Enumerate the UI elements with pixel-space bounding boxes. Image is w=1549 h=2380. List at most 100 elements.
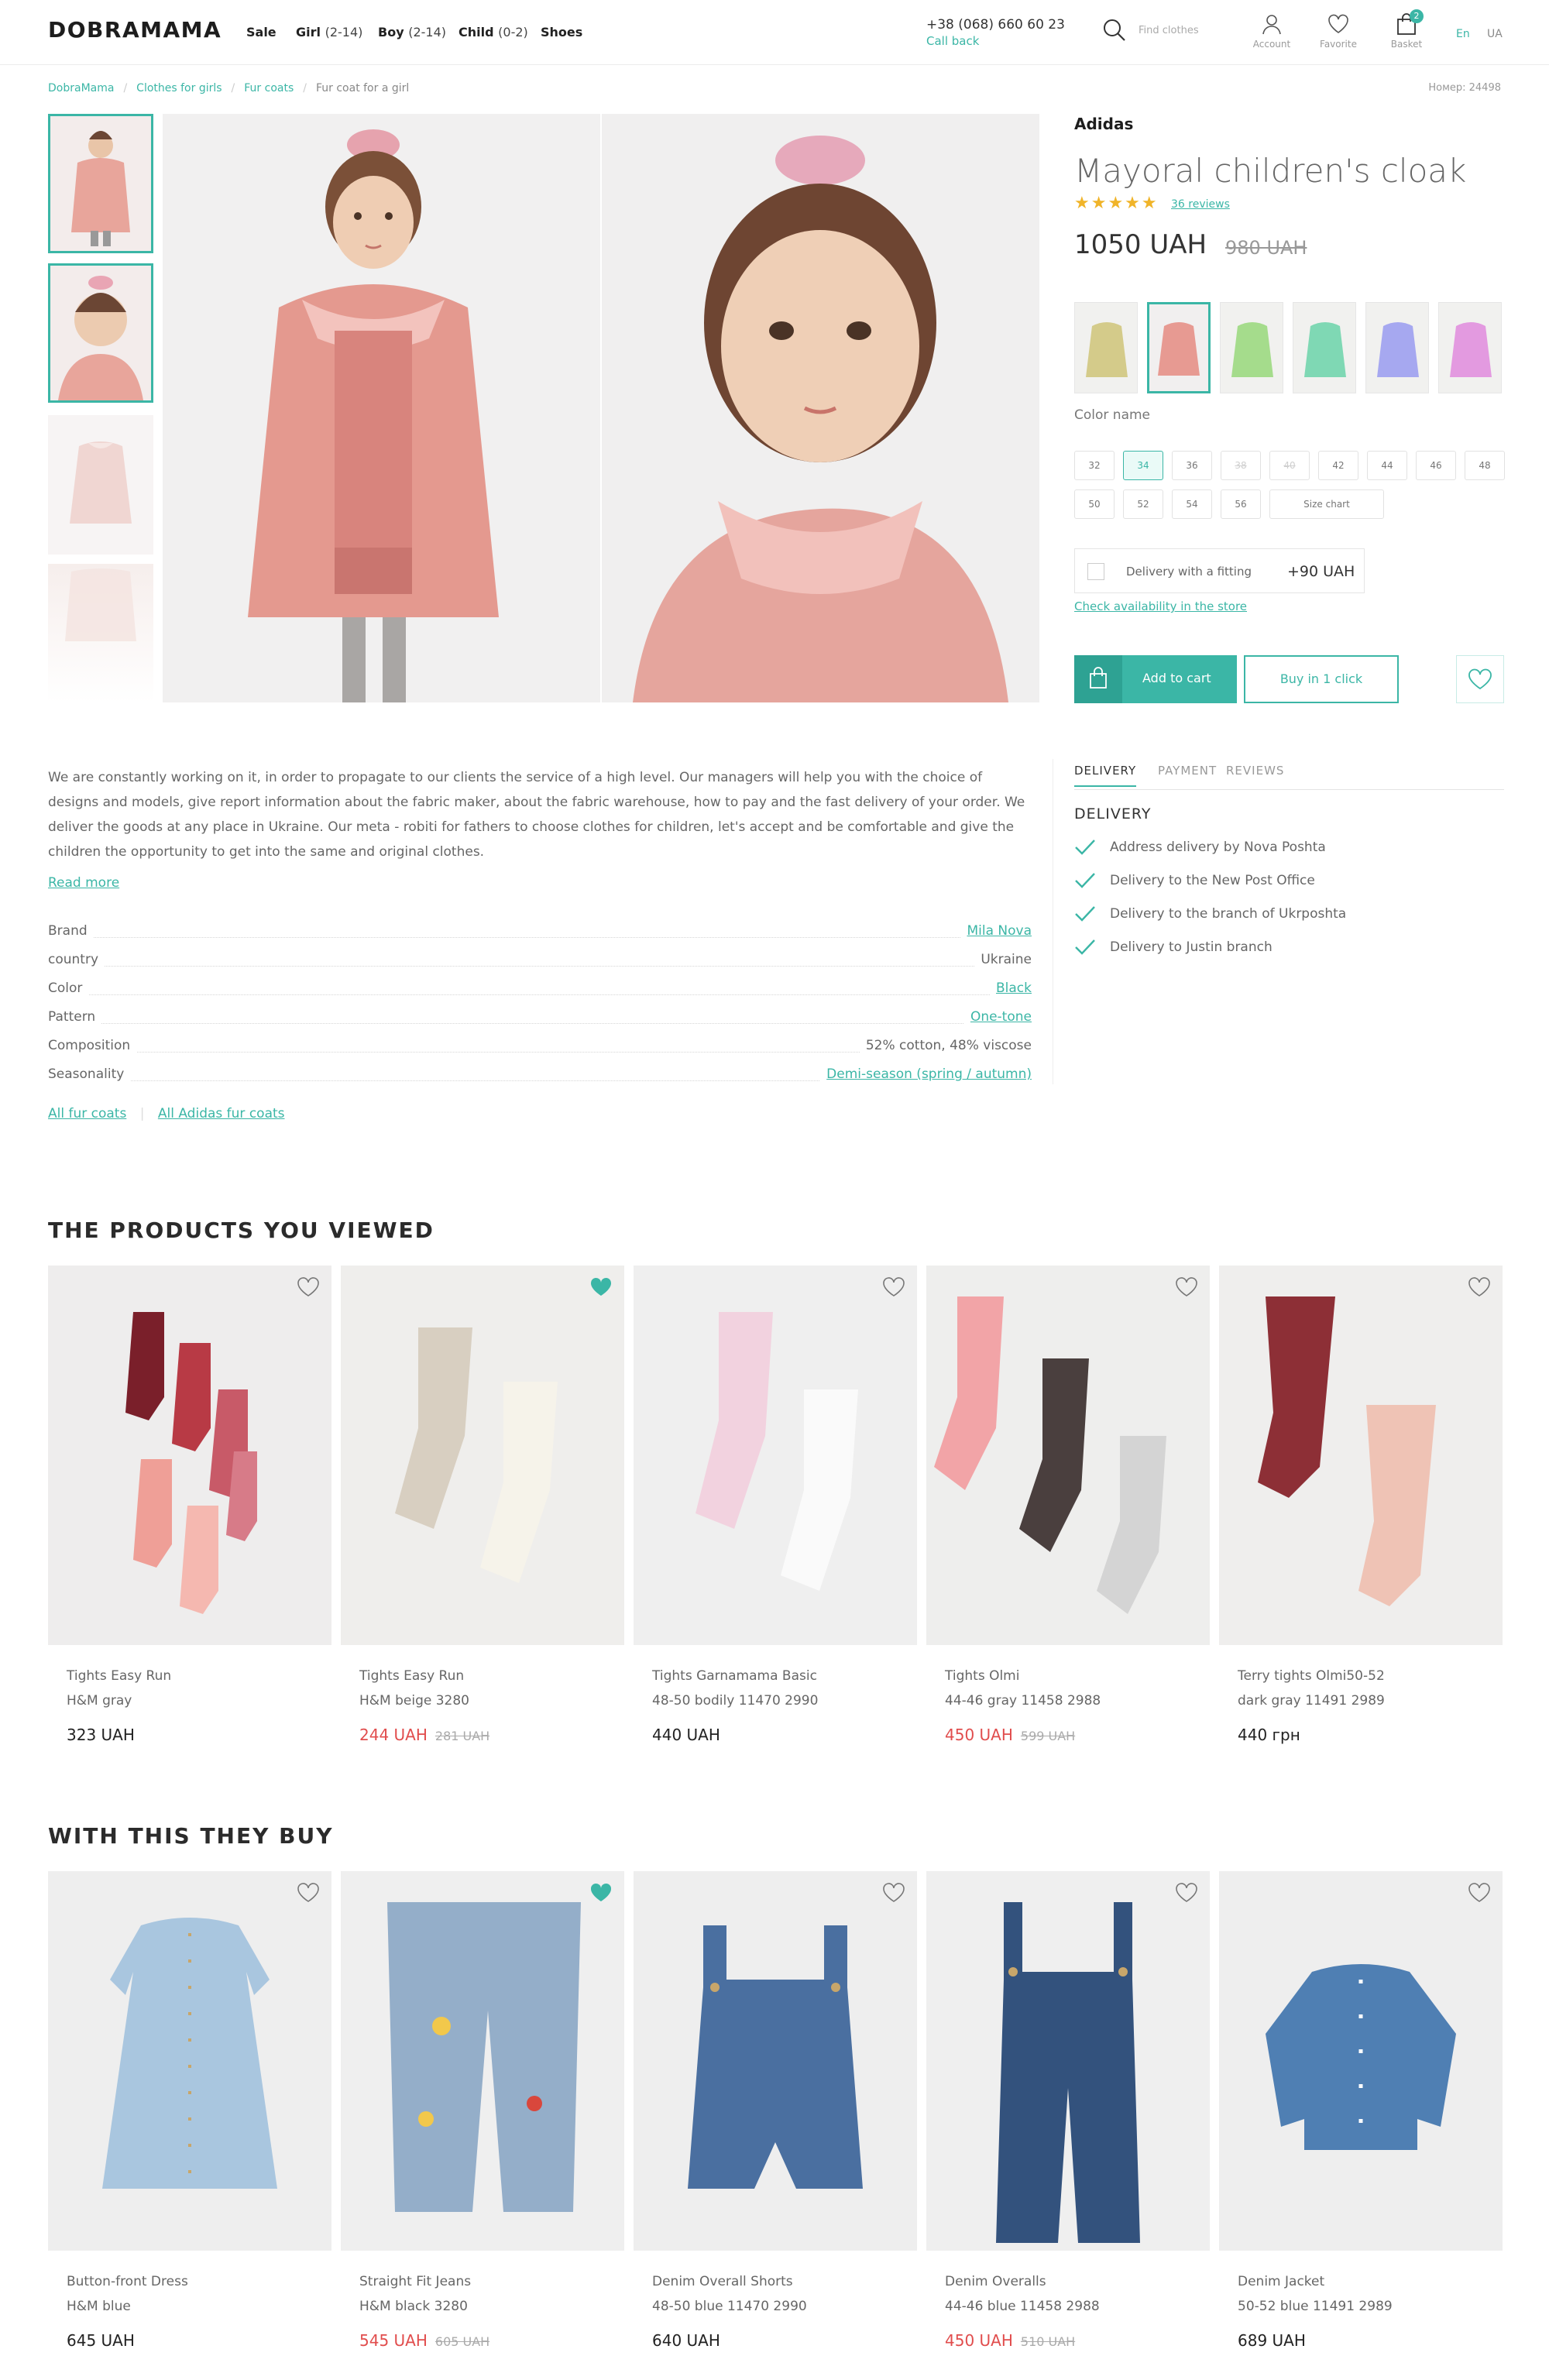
breadcrumb: DobraMama / Clothes for girls / Fur coats / Fu…	[48, 82, 409, 94]
product-card-image	[634, 1871, 917, 2251]
size-option[interactable]: 42	[1318, 451, 1358, 480]
denim-overalls-image	[926, 1871, 1210, 2251]
search-input[interactable]: Find clothes	[1139, 25, 1199, 36]
product-card-price: 545 UAH 605 UAH	[359, 2331, 489, 2350]
size-option[interactable]: 56	[1221, 489, 1261, 519]
nav-shoes[interactable]: Shoes	[541, 25, 582, 39]
product-card[interactable]: Tights Easy Run H&M beige 3280 244 UAH 28…	[341, 1266, 624, 1753]
product-card[interactable]: Denim Overall Shorts 48-50 blue 11470 29…	[634, 1871, 917, 2359]
product-description: We are constantly working on it, in orde…	[48, 770, 1025, 860]
gallery-thumbnail[interactable]	[48, 114, 153, 253]
breadcrumb-girls[interactable]: Clothes for girls	[136, 82, 222, 94]
rating-stars: ★★★★★	[1074, 194, 1159, 213]
gallery-thumbnail[interactable]	[48, 263, 153, 403]
heart-outline-icon[interactable]	[1174, 1276, 1199, 1298]
favorite-button[interactable]: Favorite	[1315, 12, 1362, 50]
heart-outline-icon[interactable]	[881, 1882, 906, 1904]
product-card[interactable]: Tights Easy Run H&M gray 323 UAH	[48, 1266, 331, 1753]
size-option[interactable]: 32	[1074, 451, 1115, 480]
color-swatch[interactable]	[1293, 302, 1356, 393]
spec-value-link[interactable]: Mila Nova	[960, 923, 1032, 939]
heart-outline-icon[interactable]	[1467, 1276, 1492, 1298]
user-icon	[1262, 15, 1281, 35]
nav-boy[interactable]: Boy (2-14)	[378, 25, 446, 39]
add-to-cart-button[interactable]: Add to cart	[1074, 655, 1237, 703]
heart-outline-icon[interactable]	[1174, 1882, 1199, 1904]
product-card[interactable]: Button-front Dress H&M blue 645 UAH	[48, 1871, 331, 2359]
product-card[interactable]: Tights Olmi 44-46 gray 11458 2988 450 UA…	[926, 1266, 1210, 1753]
spec-dots	[48, 994, 1032, 995]
tab-payment[interactable]: PAYMENT	[1158, 764, 1217, 778]
pink-white-tights-image	[634, 1266, 917, 1645]
basket-button[interactable]: 2 Basket	[1383, 9, 1430, 50]
breadcrumb-home[interactable]: DobraMama	[48, 82, 114, 94]
product-card-subtitle: H&M black 3280	[359, 2299, 468, 2314]
spec-value-link[interactable]: One-tone	[963, 1009, 1032, 1025]
spec-value-link[interactable]: Demi-season (spring / autumn)	[820, 1066, 1032, 1082]
spec-row-brand: Brand Mila Nova	[48, 923, 1032, 951]
nav-girl[interactable]: Girl (2-14)	[296, 25, 362, 39]
tab-reviews[interactable]: REVIEWS	[1226, 764, 1284, 778]
product-card[interactable]: Tights Garnamama Basic 48-50 bodily 1147…	[634, 1266, 917, 1753]
heart-filled-icon[interactable]	[589, 1276, 613, 1298]
size-option[interactable]: 50	[1074, 489, 1115, 519]
color-swatch[interactable]	[1438, 302, 1502, 393]
all-brand-fur-coats-link[interactable]: All Adidas fur coats	[158, 1106, 285, 1121]
lang-ua[interactable]: UA	[1487, 28, 1503, 40]
product-card[interactable]: Straight Fit Jeans H&M black 3280 545 UA…	[341, 1871, 624, 2359]
spec-value-link[interactable]: Black	[990, 981, 1032, 996]
gallery-thumbnail[interactable]	[48, 415, 153, 555]
read-more-link[interactable]: Read more	[48, 875, 119, 891]
product-card[interactable]: Denim Overalls 44-46 blue 11458 2988 450…	[926, 1871, 1210, 2359]
check-availability-link[interactable]: Check availability in the store	[1074, 599, 1247, 613]
product-card-sale-price: 450 UAH	[945, 2331, 1013, 2350]
gallery-thumbnail[interactable]	[48, 564, 153, 703]
product-card[interactable]: Terry tights Olmi50-52 dark gray 11491 2…	[1219, 1266, 1503, 1753]
product-card[interactable]: Denim Jacket 50-52 blue 11491 2989 689 U…	[1219, 1871, 1503, 2359]
heart-outline-icon[interactable]	[881, 1276, 906, 1298]
heart-filled-icon[interactable]	[589, 1882, 613, 1904]
heart-outline-icon[interactable]	[1467, 1882, 1492, 1904]
size-option[interactable]: 54	[1172, 489, 1212, 519]
size-option[interactable]: 44	[1367, 451, 1407, 480]
search-box[interactable]: Find clothes	[1103, 17, 1227, 45]
add-to-favorites-button[interactable]	[1456, 655, 1504, 703]
size-option[interactable]: 46	[1416, 451, 1456, 480]
reviews-link[interactable]: 36 reviews	[1171, 198, 1230, 211]
delivery-fitting-option[interactable]: Delivery with a fitting +90 UAH	[1074, 548, 1365, 593]
heart-outline-icon[interactable]	[296, 1882, 321, 1904]
size-chart-button[interactable]: Size chart	[1269, 489, 1384, 519]
callback-link[interactable]: Call back	[926, 34, 979, 48]
size-option[interactable]: 52	[1123, 489, 1163, 519]
coat-pink-swatch-image	[1149, 304, 1208, 391]
all-fur-coats-link[interactable]: All fur coats	[48, 1106, 126, 1121]
size-option[interactable]: 36	[1172, 451, 1212, 480]
product-main-image[interactable]	[163, 114, 600, 702]
size-option-selected[interactable]: 34	[1123, 451, 1163, 480]
phone-number[interactable]: +38 (068) 660 60 23	[926, 17, 1065, 33]
color-swatch[interactable]	[1220, 302, 1283, 393]
nav-boy-label: Boy	[378, 25, 404, 39]
product-card-image	[634, 1266, 917, 1645]
size-option[interactable]: 48	[1465, 451, 1505, 480]
account-button[interactable]: Account	[1248, 12, 1295, 50]
product-title: Mayoral children's cloak	[1074, 152, 1467, 190]
tab-delivery[interactable]: DELIVERY	[1074, 764, 1137, 787]
color-swatch[interactable]	[1074, 302, 1138, 393]
nav-child-label: Child	[459, 25, 494, 39]
heart-outline-icon[interactable]	[296, 1276, 321, 1298]
breadcrumb-fur-coats[interactable]: Fur coats	[244, 82, 294, 94]
fitting-checkbox[interactable]	[1087, 563, 1104, 580]
lang-en[interactable]: En	[1456, 28, 1470, 40]
logo[interactable]: DOBRAMAMA	[48, 17, 222, 43]
buy-one-click-button[interactable]: Buy in 1 click	[1244, 655, 1399, 703]
nav-child[interactable]: Child (0-2)	[459, 25, 528, 39]
product-brand[interactable]: Adidas	[1074, 115, 1133, 133]
product-second-image[interactable]	[602, 114, 1039, 702]
color-swatch[interactable]	[1365, 302, 1429, 393]
product-card-subtitle: 48-50 blue 11470 2990	[652, 2299, 807, 2314]
coat-detail-thumbnail-image	[48, 564, 153, 703]
color-swatch[interactable]	[1147, 302, 1211, 393]
nav-sale[interactable]: Sale	[246, 25, 276, 39]
product-card-name: Terry tights Olmi50-52	[1238, 1668, 1385, 1684]
